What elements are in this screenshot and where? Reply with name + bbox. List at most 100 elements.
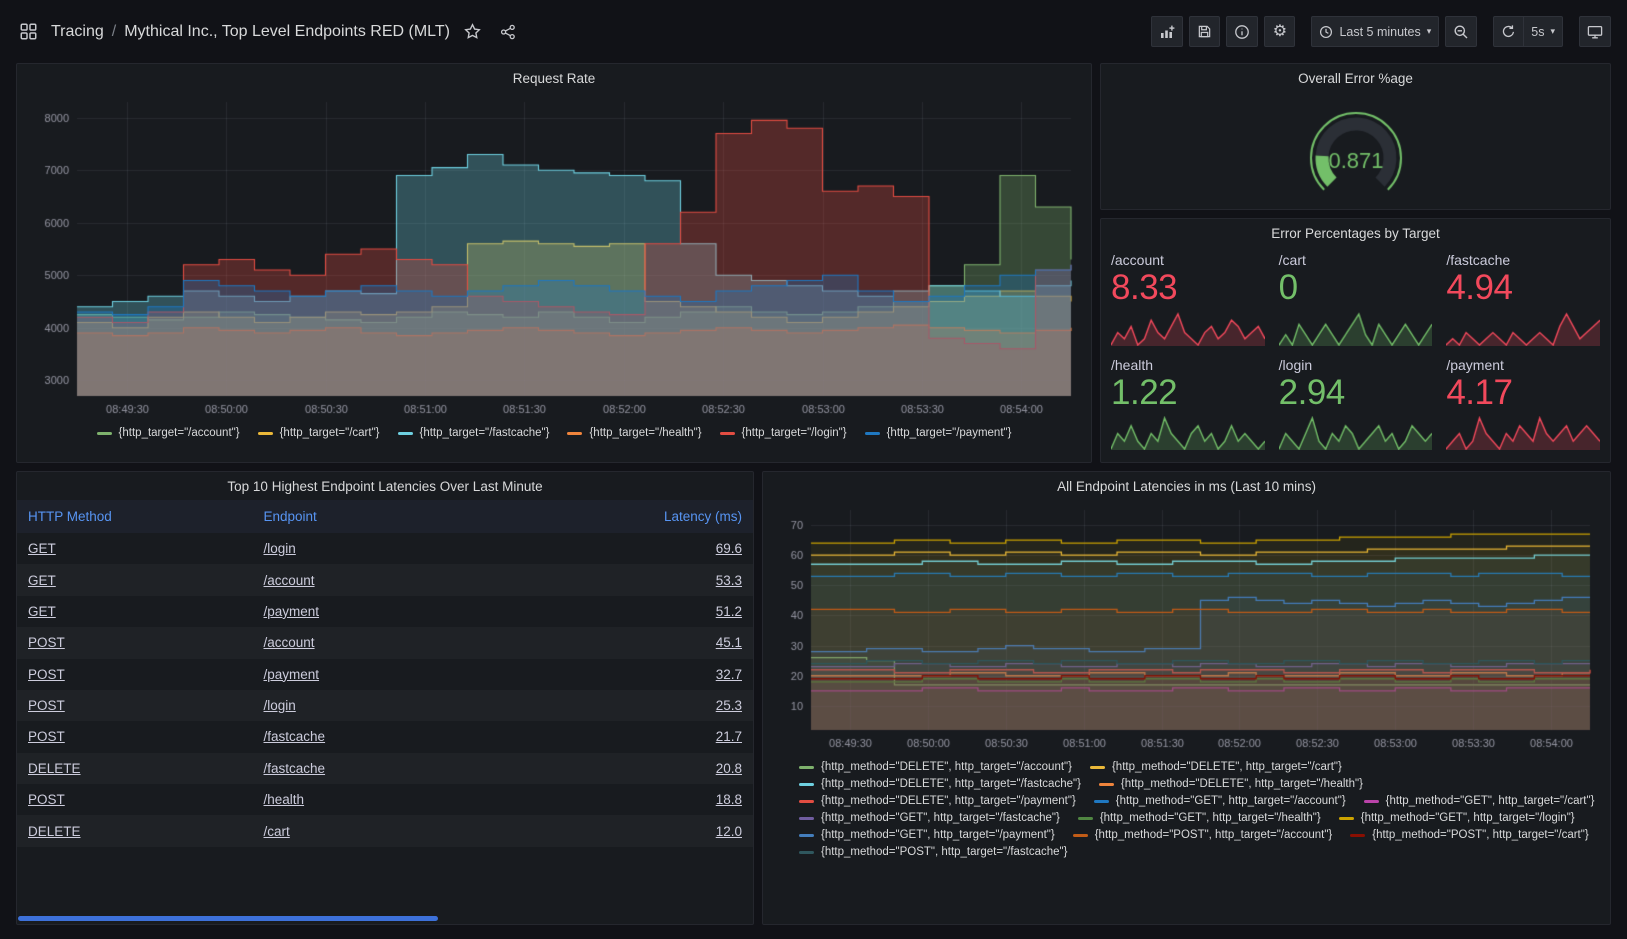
stat-value: 4.94 — [1446, 269, 1600, 307]
legend-label: {http_method="GET", http_target="/paymen… — [821, 829, 1055, 841]
latency-value[interactable]: 20.8 — [716, 761, 742, 776]
method-link[interactable]: GET — [28, 573, 56, 588]
add-panel-button[interactable] — [1151, 16, 1183, 47]
legend-item[interactable]: {http_method="GET", http_target="/paymen… — [799, 829, 1055, 841]
stat-sparkline — [1446, 416, 1600, 450]
refresh-interval-label: 5s — [1531, 25, 1544, 39]
endpoint-link[interactable]: /health — [264, 792, 305, 807]
latency-value[interactable]: 51.2 — [716, 604, 742, 619]
breadcrumb-separator: / — [112, 23, 116, 41]
column-header-http-method[interactable]: HTTP Method — [17, 500, 253, 533]
stat-label: /cart — [1279, 251, 1433, 269]
endpoint-link[interactable]: /fastcache — [264, 761, 326, 776]
legend-item[interactable]: {http_target="/cart"} — [258, 427, 380, 439]
table-cell: GET — [17, 596, 253, 627]
latency-value[interactable]: 53.3 — [716, 573, 742, 588]
legend-label: {http_target="/health"} — [589, 427, 701, 439]
legend-item[interactable]: {http_method="GET", http_target="/login"… — [1339, 812, 1575, 824]
stat-value: 2.94 — [1279, 374, 1433, 412]
method-link[interactable]: POST — [28, 667, 65, 682]
table-cell: /health — [253, 784, 485, 815]
legend-label: {http_method="DELETE", http_target="/pay… — [821, 795, 1076, 807]
share-icon[interactable] — [496, 20, 520, 44]
latency-chart[interactable] — [771, 500, 1602, 756]
apps-menu-icon[interactable] — [16, 20, 40, 44]
endpoint-link[interactable]: /payment — [264, 667, 320, 682]
legend-item[interactable]: {http_method="POST", http_target="/cart"… — [1350, 829, 1588, 841]
save-dashboard-button[interactable] — [1189, 16, 1220, 47]
latency-value[interactable]: 45.1 — [716, 635, 742, 650]
table-cell: 20.8 — [484, 753, 753, 784]
panel-latency-table: Top 10 Highest Endpoint Latencies Over L… — [16, 471, 754, 925]
stat-sparkline — [1279, 312, 1433, 346]
method-link[interactable]: GET — [28, 604, 56, 619]
endpoint-link[interactable]: /payment — [264, 604, 320, 619]
latency-value[interactable]: 25.3 — [716, 698, 742, 713]
request-rate-chart[interactable] — [25, 92, 1083, 422]
stat-label: /fastcache — [1446, 251, 1600, 269]
legend-item[interactable]: {http_method="DELETE", http_target="/hea… — [1099, 778, 1363, 790]
endpoint-link[interactable]: /account — [264, 573, 315, 588]
panel-title[interactable]: Overall Error %age — [1101, 64, 1610, 92]
column-header-endpoint[interactable]: Endpoint — [253, 500, 485, 533]
panel-title[interactable]: Top 10 Highest Endpoint Latencies Over L… — [17, 472, 753, 500]
legend-item[interactable]: {http_method="GET", http_target="/cart"} — [1364, 795, 1595, 807]
panel-title[interactable]: All Endpoint Latencies in ms (Last 10 mi… — [763, 472, 1610, 500]
method-link[interactable]: POST — [28, 729, 65, 744]
method-link[interactable]: DELETE — [28, 761, 81, 776]
table-row: DELETE/cart 12.0 — [17, 815, 753, 846]
table-row: POST/login 25.3 — [17, 690, 753, 721]
legend-item[interactable]: {http_target="/account"} — [97, 427, 240, 439]
dashboard-settings-button[interactable]: ⚙ — [1264, 16, 1295, 47]
legend-item[interactable]: {http_method="POST", http_target="/accou… — [1073, 829, 1333, 841]
latency-value[interactable]: 32.7 — [716, 667, 742, 682]
legend-item[interactable]: {http_method="GET", http_target="/accoun… — [1094, 795, 1346, 807]
kiosk-mode-button[interactable] — [1579, 16, 1611, 47]
legend-item[interactable]: {http_method="DELETE", http_target="/pay… — [799, 795, 1076, 807]
panel-overall-error: Overall Error %age — [1100, 63, 1611, 210]
star-icon[interactable] — [461, 20, 485, 44]
zoom-out-button[interactable] — [1445, 16, 1477, 47]
refresh-button[interactable] — [1493, 16, 1524, 47]
endpoint-link[interactable]: /fastcache — [264, 729, 326, 744]
latency-value[interactable]: 21.7 — [716, 729, 742, 744]
legend-item[interactable]: {http_method="GET", http_target="/health… — [1078, 812, 1321, 824]
legend-item[interactable]: {http_method="DELETE", http_target="/car… — [1090, 761, 1342, 773]
table-cell: /account — [253, 627, 485, 658]
time-range-picker[interactable]: Last 5 minutes ▾ — [1311, 16, 1439, 47]
latency-value[interactable]: 69.6 — [716, 541, 742, 556]
legend-swatch-icon — [799, 800, 814, 803]
legend-item[interactable]: {http_method="POST", http_target="/fastc… — [799, 846, 1067, 858]
latency-value[interactable]: 18.8 — [716, 792, 742, 807]
legend-item[interactable]: {http_target="/payment"} — [865, 427, 1012, 439]
legend-swatch-icon — [1350, 834, 1365, 837]
refresh-interval-dropdown[interactable]: 5s ▾ — [1524, 16, 1563, 47]
breadcrumb-section[interactable]: Tracing — [51, 23, 104, 41]
stat-account: /account8.33 — [1111, 251, 1265, 346]
dashboard-info-button[interactable] — [1226, 16, 1258, 47]
column-header-latency[interactable]: Latency (ms) — [484, 500, 753, 533]
method-link[interactable]: GET — [28, 541, 56, 556]
legend-item[interactable]: {http_target="/login"} — [720, 427, 847, 439]
legend-label: {http_method="DELETE", http_target="/hea… — [1121, 778, 1363, 790]
table-cell: 18.8 — [484, 784, 753, 815]
endpoint-link[interactable]: /login — [264, 541, 296, 556]
panel-title[interactable]: Request Rate — [17, 64, 1091, 92]
endpoint-link[interactable]: /account — [264, 635, 315, 650]
endpoint-link[interactable]: /login — [264, 698, 296, 713]
method-link[interactable]: DELETE — [28, 824, 81, 839]
panel-title[interactable]: Error Percentages by Target — [1101, 219, 1610, 247]
method-link[interactable]: POST — [28, 698, 65, 713]
table-cell: 25.3 — [484, 690, 753, 721]
horizontal-scrollbar-thumb[interactable] — [18, 916, 438, 921]
method-link[interactable]: POST — [28, 635, 65, 650]
method-link[interactable]: POST — [28, 792, 65, 807]
table-cell: 51.2 — [484, 596, 753, 627]
latency-value[interactable]: 12.0 — [716, 824, 742, 839]
legend-item[interactable]: {http_method="DELETE", http_target="/fas… — [799, 778, 1081, 790]
legend-item[interactable]: {http_target="/fastcache"} — [398, 427, 550, 439]
legend-item[interactable]: {http_method="GET", http_target="/fastca… — [799, 812, 1060, 824]
endpoint-link[interactable]: /cart — [264, 824, 290, 839]
legend-item[interactable]: {http_method="DELETE", http_target="/acc… — [799, 761, 1072, 773]
legend-item[interactable]: {http_target="/health"} — [567, 427, 701, 439]
